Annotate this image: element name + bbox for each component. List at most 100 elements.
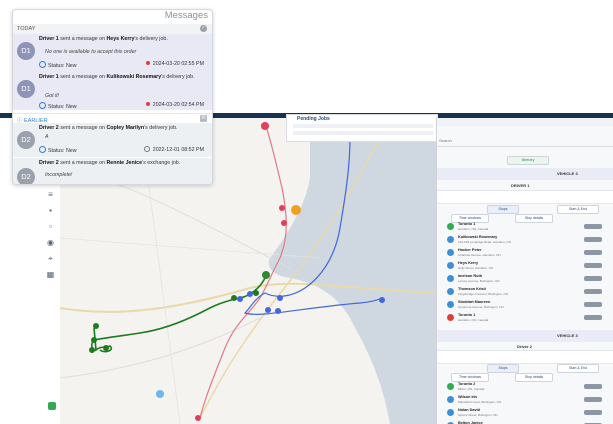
message-text: Driver 2 sent a message on Copley Marily… xyxy=(39,125,207,132)
start-end-tab[interactable]: Start & End xyxy=(557,364,599,373)
map-marker[interactable] xyxy=(103,345,109,351)
message-item[interactable]: D1 Driver 1 sent a message on Heys Kerry… xyxy=(13,34,212,73)
timestamp: 2024-03-20 02:55 PM xyxy=(152,61,204,67)
message-text: Driver 1 sent a message on Kulikowski Ro… xyxy=(39,74,207,81)
stop-marker-icon xyxy=(447,223,454,230)
map-marker[interactable] xyxy=(265,307,271,313)
layers-icon[interactable]: ≡ xyxy=(46,190,55,199)
map-marker[interactable] xyxy=(291,205,301,215)
stop-row[interactable]: Imelson Ruth Lenore Avenue, Burlington, O… xyxy=(447,274,612,284)
message-note: Incomplete! xyxy=(45,172,73,178)
stop-name: Thomson Kristi xyxy=(458,287,486,291)
map-marker[interactable] xyxy=(247,291,253,297)
map-marker[interactable] xyxy=(275,308,281,314)
stop-name: Toronto 1 xyxy=(458,222,476,226)
job-type: 's delivery job. xyxy=(134,36,168,42)
stop-marker-icon xyxy=(447,236,454,243)
stop-row[interactable]: Toronto 1 Hamilton, ON, Canada xyxy=(447,222,612,232)
map-marker[interactable] xyxy=(93,323,99,329)
stops-tab[interactable]: Stops xyxy=(487,364,519,373)
stop-row[interactable]: Thomson Kristi Kingsbridge Crescent, Burl… xyxy=(447,287,612,297)
stops-tab[interactable]: Stops xyxy=(487,205,519,214)
map-marker[interactable] xyxy=(91,337,97,343)
chat-icon xyxy=(39,61,46,68)
start-end-tab-label: Start & End xyxy=(569,207,587,211)
chat-icon xyxy=(39,102,46,109)
customer-name[interactable]: Copley Marilyn xyxy=(106,125,144,131)
chart-icon[interactable]: ▦ xyxy=(46,270,55,279)
search-input[interactable]: Search xyxy=(439,138,452,143)
message-item[interactable]: D1 Driver 1 sent a message on Kulikowski… xyxy=(13,72,212,111)
customer-name[interactable]: Heys Kerry xyxy=(106,36,134,42)
message-item[interactable]: D2 Driver 2 sent a message on Copley Mar… xyxy=(13,123,212,158)
itinerary-button-label: Itinerary xyxy=(521,158,535,162)
jobs-summary-row xyxy=(293,124,433,128)
stop-address: Milton, ON, Canada xyxy=(458,387,485,391)
clock-icon xyxy=(143,146,150,152)
stop-row[interactable]: Wilson Iris Plainsfield Court, Burlington… xyxy=(447,395,612,405)
messages-title: Messages xyxy=(164,10,208,21)
customer-name[interactable]: Kulikowski Rosemary xyxy=(106,74,161,80)
chat-icon xyxy=(39,146,46,153)
stop-marker-icon xyxy=(447,275,454,282)
stop-name: Toronto 1 xyxy=(458,313,476,317)
stop-row[interactable]: Stoddart Maureen Sycamore Avenue, Burling… xyxy=(447,300,612,310)
avatar: D2 xyxy=(17,131,35,149)
map-marker[interactable] xyxy=(237,296,243,302)
map-marker[interactable] xyxy=(281,220,287,226)
status-text: Status: New xyxy=(48,63,77,69)
jobs-summary-row xyxy=(293,131,433,135)
route-stats-row xyxy=(437,190,613,204)
map-marker[interactable] xyxy=(253,290,259,296)
map-marker[interactable] xyxy=(262,271,270,279)
message-text: Driver 1 sent a message on Heys Kerry's … xyxy=(39,36,207,43)
stop-row[interactable]: Heys Kerry Holly Street, Hamilton, ON xyxy=(447,261,612,271)
stop-time-badge xyxy=(584,384,602,389)
map-marker[interactable] xyxy=(379,297,385,303)
messages-popup[interactable]: Messages TODAY ✓ D1 Driver 1 sent a mess… xyxy=(12,9,213,185)
avatar: D1 xyxy=(17,80,35,98)
check-all-icon[interactable]: ✓ xyxy=(200,25,207,32)
stop-row[interactable]: Toronto 1 Hamilton, ON, Canada xyxy=(447,313,612,323)
truck-icon[interactable]: ▪ xyxy=(46,206,55,215)
map-marker[interactable] xyxy=(277,295,283,301)
status-text: Status: New xyxy=(48,148,77,154)
vehicle-name: VEHICLE 3 xyxy=(557,333,578,338)
pending-jobs-box[interactable]: Pending Jobs xyxy=(286,114,438,142)
map-marker[interactable] xyxy=(261,122,269,130)
itinerary-button[interactable]: Itinerary xyxy=(507,156,549,165)
map-marker[interactable] xyxy=(156,390,164,398)
time-windows-toggle[interactable]: Time windows xyxy=(451,373,489,382)
message-text: Driver 2 sent a message on Rennie Jenice… xyxy=(39,160,207,167)
stop-row[interactable]: Toronto 2 Milton, ON, Canada xyxy=(447,382,612,392)
box-icon[interactable]: ▫ xyxy=(46,222,55,231)
stop-row[interactable]: Hocker Peter Charlotte Avenue, Hamilton, … xyxy=(447,248,612,258)
stop-details-toggle[interactable]: Stop details xyxy=(515,373,553,382)
timestamp: 2024-03-20 02:54 PM xyxy=(152,102,204,108)
vehicle-header[interactable]: VEHICLE 3 xyxy=(437,168,613,180)
message-item[interactable]: D2 Driver 2 sent a message on Rennie Jen… xyxy=(13,158,212,184)
stop-address: Hamilton, ON, Canada xyxy=(458,227,489,231)
eye-icon[interactable]: ◉ xyxy=(46,238,55,247)
start-end-tab[interactable]: Start & End xyxy=(557,205,599,214)
vehicle-header[interactable]: VEHICLE 3 xyxy=(437,330,613,342)
map-marker[interactable] xyxy=(89,347,95,353)
stop-address: Hamilton, ON, Canada xyxy=(458,318,489,322)
stop-time-badge xyxy=(584,250,602,255)
mail-icon[interactable]: ✉ xyxy=(200,115,207,122)
map-marker[interactable] xyxy=(231,295,237,301)
add-job-icon[interactable] xyxy=(48,402,56,410)
time-windows-label: Time windows xyxy=(458,216,482,220)
stop-marker-icon xyxy=(447,288,454,295)
stop-name: Hocker Peter xyxy=(458,248,482,252)
stop-row[interactable]: Kulikowski Rosemary 102-108 Longridge Roa… xyxy=(447,235,612,245)
customer-name[interactable]: Rennie Jenice xyxy=(106,160,142,166)
pending-jobs-title: Pending Jobs xyxy=(297,116,330,122)
map-marker[interactable] xyxy=(279,205,285,211)
stop-address: Kingsbridge Crescent, Burlington, ON xyxy=(458,292,509,296)
stop-row[interactable]: Nolan David Spruce Street, Burlington, ON xyxy=(447,408,612,418)
message-connector: sent a message on xyxy=(58,160,107,166)
map-marker[interactable] xyxy=(195,415,201,421)
message-note: A xyxy=(45,134,49,140)
pin-icon[interactable]: ⌖ xyxy=(46,254,55,263)
